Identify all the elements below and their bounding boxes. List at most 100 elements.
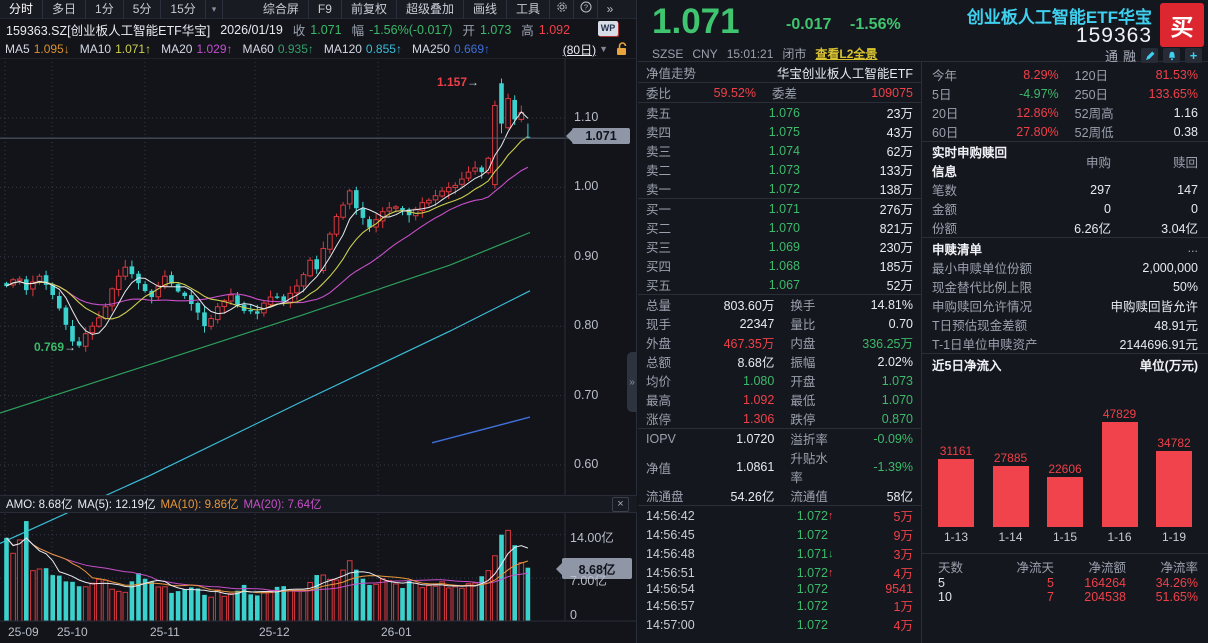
- flow-section-header: 近5日净流入 单位(万元): [922, 353, 1208, 374]
- stat-value: 1.070: [836, 393, 913, 407]
- perf-value: 12.86%: [978, 106, 1059, 120]
- ask-2[interactable]: 卖二1.073133万: [638, 160, 921, 179]
- ask-3-volume: 62万: [800, 141, 913, 160]
- perf-label: 20日: [932, 103, 978, 122]
- menu-item-1[interactable]: 综合屏: [254, 0, 309, 19]
- perf-label: 60日: [932, 122, 978, 141]
- flow-header-4: 净流率: [1126, 557, 1198, 576]
- fund-full-name[interactable]: 华宝创业板人工智能ETF: [777, 63, 913, 82]
- bell-icon[interactable]: [1163, 48, 1180, 63]
- tick-price: 1.072: [718, 618, 828, 632]
- ask-3-price[interactable]: 1.074: [690, 144, 800, 158]
- menu-item-6[interactable]: 工具: [507, 0, 550, 19]
- menu-item-2[interactable]: F9: [309, 0, 342, 19]
- bid-5[interactable]: 买五1.06752万: [638, 275, 921, 294]
- tick-time: 14:56:45: [646, 528, 718, 542]
- ma-label: MA120: [324, 42, 362, 56]
- bid-levels: 买一1.071276万买二1.070821万买三1.069230万买四1.068…: [638, 198, 921, 294]
- chevron-down-icon[interactable]: ▾: [206, 0, 224, 19]
- ask-2-price[interactable]: 1.073: [690, 163, 800, 177]
- list-value: 2144696.91元: [1038, 334, 1198, 353]
- stat-label: 换手: [774, 295, 836, 314]
- help-icon[interactable]: ?: [574, 0, 598, 19]
- bid-1-price[interactable]: 1.071: [690, 202, 800, 216]
- high-value: 1.092: [539, 23, 570, 37]
- tab-2[interactable]: 多日: [43, 0, 86, 19]
- bid-2-price[interactable]: 1.070: [690, 221, 800, 235]
- svg-text:?: ?: [583, 2, 587, 11]
- ask-4-label: 卖四: [646, 122, 690, 141]
- perf-row: 60日27.80%52周低0.38: [922, 122, 1208, 141]
- list-row: T-1日单位申赎资产2144696.91元: [922, 334, 1208, 353]
- ask-5[interactable]: 卖五1.07623万: [638, 102, 921, 122]
- bid-3-price[interactable]: 1.069: [690, 240, 800, 254]
- list-row: T日预估现金差额48.91元: [922, 315, 1208, 334]
- stat-value: -1.39%: [836, 460, 913, 474]
- tab-1[interactable]: 分时: [0, 0, 43, 19]
- current-price: 1.071: [652, 2, 740, 42]
- ma-label: MA5: [5, 42, 30, 56]
- tick-row: 14:56:511.072↑4万: [638, 563, 921, 582]
- nav-trend-link[interactable]: 净值走势: [646, 63, 696, 82]
- menu-item-5[interactable]: 画线: [464, 0, 507, 19]
- edit-icon[interactable]: [1141, 48, 1158, 63]
- add-icon[interactable]: +: [1185, 48, 1202, 63]
- wp-badge[interactable]: WP: [598, 21, 618, 36]
- ask-5-price[interactable]: 1.076: [690, 106, 800, 120]
- ask-1[interactable]: 卖一1.072138万: [638, 179, 921, 198]
- ask-3[interactable]: 卖三1.07462万: [638, 141, 921, 160]
- stat-label: IOPV: [646, 432, 690, 446]
- l2-link[interactable]: 查看L2全景: [815, 45, 877, 62]
- stat-value: 0.870: [836, 412, 913, 426]
- collapse-handle[interactable]: »: [627, 352, 637, 412]
- ask-1-price[interactable]: 1.072: [690, 182, 800, 196]
- ma-item-ma10: MA101.071↑: [80, 42, 151, 56]
- bid-3[interactable]: 买三1.069230万: [638, 237, 921, 256]
- ask-4-price[interactable]: 1.075: [690, 125, 800, 139]
- gear-icon[interactable]: [550, 0, 574, 19]
- period-label[interactable]: (80日): [563, 41, 596, 58]
- ask-1-label: 卖一: [646, 179, 690, 198]
- period-selector[interactable]: (80日) ▼: [563, 40, 608, 58]
- perf-value: 133.65%: [1125, 87, 1198, 101]
- stat-row: 均价1.080开盘1.073: [638, 371, 921, 390]
- amo-indicator-bar: AMO: 8.68亿 MA(5): 12.19亿 MA(10): 9.86亿 M…: [0, 495, 637, 513]
- stat-value: 1.306: [690, 412, 774, 426]
- tick-price: 1.072: [718, 582, 828, 596]
- menu-item-4[interactable]: 超级叠加: [397, 0, 464, 19]
- lock-open-icon[interactable]: [615, 42, 628, 59]
- ask-4[interactable]: 卖四1.07543万: [638, 122, 921, 141]
- ma-value: 1.095↓: [34, 42, 70, 56]
- ma-value: 0.669↑: [454, 42, 490, 56]
- tick-row: 14:56:571.0721万: [638, 596, 921, 615]
- bid-4[interactable]: 买四1.068185万: [638, 256, 921, 275]
- list-section-header: 申赎清单 ...: [922, 237, 1208, 258]
- tick-price: 1.072: [718, 599, 828, 613]
- more-icon[interactable]: »: [598, 0, 622, 19]
- stat-label: 总额: [646, 352, 690, 371]
- bid-4-price[interactable]: 1.068: [690, 259, 800, 273]
- close-icon[interactable]: ×: [612, 497, 629, 512]
- bid-2[interactable]: 买二1.070821万: [638, 218, 921, 237]
- triangle-down-icon[interactable]: ▼: [599, 44, 608, 54]
- tab-5[interactable]: 15分: [161, 0, 205, 19]
- tick-time: 14:56:54: [646, 582, 718, 596]
- tab-4[interactable]: 5分: [124, 0, 162, 19]
- menu-item-3[interactable]: 前复权: [342, 0, 397, 19]
- subscription-list: 最小申赎单位份额2,000,000现金替代比例上限50%申购赎回允许情况申购赎回…: [922, 258, 1208, 353]
- tick-price: 1.072: [718, 509, 828, 523]
- symbol-code[interactable]: 159363.SZ[创业板人工智能ETF华宝]: [6, 20, 210, 39]
- perf-label: 5日: [932, 84, 978, 103]
- tab-3[interactable]: 1分: [86, 0, 124, 19]
- stat-value: 1.092: [690, 393, 774, 407]
- rt-col-redeem: 赎回: [1111, 152, 1198, 171]
- bid-1[interactable]: 买一1.071276万: [638, 198, 921, 218]
- buy-button[interactable]: 买: [1160, 3, 1204, 47]
- bid-5-price[interactable]: 1.067: [690, 278, 800, 292]
- perf-value: 1.16: [1125, 106, 1198, 120]
- more-ellipsis-icon[interactable]: ...: [1188, 241, 1198, 255]
- kline-chart[interactable]: [0, 0, 637, 643]
- amo-ma10-value: 9.86亿: [205, 499, 239, 511]
- tick-row: 14:57:001.0724万: [638, 615, 921, 634]
- tick-direction-icon: ↑: [828, 567, 842, 579]
